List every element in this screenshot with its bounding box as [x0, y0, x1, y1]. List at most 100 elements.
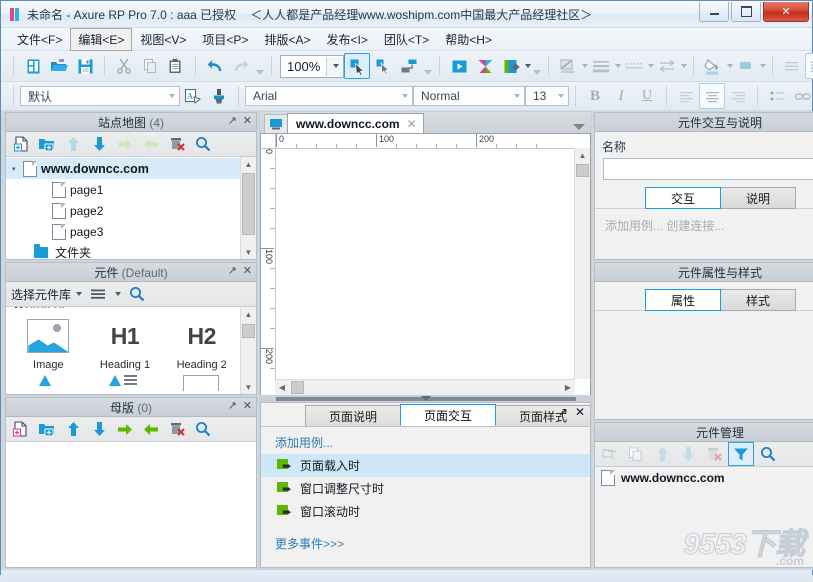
zoom-combobox[interactable]: 100% — [280, 55, 344, 78]
italic-button[interactable]: I — [608, 83, 634, 109]
format-brush-icon[interactable] — [206, 83, 232, 109]
tree-node-page2[interactable]: page2 — [6, 200, 240, 221]
publish-icon[interactable] — [498, 53, 524, 79]
text-widget-icon[interactable] — [109, 375, 121, 386]
minimize-button[interactable] — [699, 2, 729, 22]
widget-name-input[interactable] — [603, 158, 813, 180]
widget-item-heading2[interactable]: H2 Heading 2 — [163, 315, 240, 371]
search-icon[interactable] — [756, 443, 780, 465]
menu-item-view[interactable]: 视图<V> — [132, 28, 194, 51]
scroll-thumb[interactable] — [576, 164, 589, 177]
popout-icon[interactable]: ↗ — [228, 264, 237, 278]
delete-page-icon[interactable] — [165, 133, 189, 155]
close-icon[interactable]: ✕ — [243, 399, 252, 413]
underline-button[interactable]: U — [634, 83, 660, 109]
tab-list-chevron-icon[interactable] — [573, 124, 585, 130]
box-widget-icon[interactable] — [183, 375, 219, 391]
chevron-down-icon[interactable] — [76, 292, 82, 296]
tab-notes[interactable]: 说明 — [720, 187, 796, 209]
select-tool-icon[interactable] — [344, 53, 370, 79]
move-down-icon[interactable] — [87, 133, 111, 155]
widget-library-select[interactable]: 选择元件库 — [9, 286, 71, 303]
canvas-horizontal-scrollbar[interactable]: ◀ ▶ — [275, 379, 575, 395]
event-row-window-resize[interactable]: ➨ 窗口调整尺寸时 — [261, 477, 590, 500]
menu-item-layout[interactable]: 排版<A> — [256, 28, 318, 51]
toolbar-overflow-2[interactable] — [422, 55, 433, 77]
open-folder-icon[interactable] — [46, 53, 72, 79]
scroll-thumb[interactable] — [242, 324, 255, 338]
list-menu-icon[interactable] — [86, 283, 110, 305]
popout-icon[interactable]: ↗ — [228, 114, 237, 128]
expand-triangle-icon[interactable]: ▾ — [12, 165, 23, 173]
more-events-link[interactable]: 更多事件>>> — [275, 537, 344, 551]
tree-node-page3[interactable]: page3 — [6, 221, 240, 242]
toolbar-overflow-1[interactable] — [254, 55, 265, 77]
scroll-down-icon[interactable]: ▼ — [241, 245, 256, 259]
shape-widget-icon[interactable] — [39, 375, 51, 386]
arrow-style-dropdown-icon[interactable] — [681, 64, 687, 68]
widget-interactions-actions[interactable]: 添加用例... 创建连接... — [595, 209, 813, 234]
menu-item-file[interactable]: 文件<F> — [9, 28, 70, 51]
toolbar-overflow-3[interactable] — [531, 55, 542, 77]
search-icon[interactable] — [191, 418, 215, 440]
close-button[interactable]: ✕ — [763, 2, 809, 22]
popout-icon[interactable]: ↗ — [558, 405, 568, 419]
save-icon[interactable] — [72, 53, 98, 79]
paste-icon[interactable] — [163, 53, 189, 79]
widget-item-image[interactable]: Image — [10, 315, 87, 371]
outdent-left-icon[interactable] — [139, 418, 163, 440]
link-icon[interactable] — [790, 83, 813, 109]
tree-node-root[interactable]: ▾ www.downcc.com — [6, 158, 240, 179]
add-master-icon[interactable] — [9, 418, 33, 440]
sitemap-scrollbar[interactable]: ▲ ▼ — [240, 157, 256, 259]
menu-item-project[interactable]: 项目<P> — [194, 28, 256, 51]
paragraph-widget-icon[interactable] — [124, 375, 137, 387]
font-weight-select[interactable]: Normal — [413, 86, 525, 106]
add-case-link[interactable]: 添加用例... — [275, 436, 333, 450]
canvas-vertical-scrollbar[interactable]: ▲ — [574, 148, 590, 379]
menu-item-publish[interactable]: 发布<I> — [318, 28, 375, 51]
scroll-right-icon[interactable]: ▶ — [561, 380, 575, 395]
align-text-center-icon[interactable] — [699, 83, 725, 109]
menu-item-team[interactable]: 团队<T> — [376, 28, 437, 51]
tab-page-notes[interactable]: 页面说明 — [305, 405, 401, 426]
search-icon[interactable] — [191, 133, 215, 155]
canvas-splitter[interactable] — [260, 395, 591, 402]
align-text-right-icon[interactable] — [725, 83, 751, 109]
tree-node-folder[interactable]: 文件夹 — [6, 242, 240, 259]
maximize-button[interactable] — [731, 2, 761, 22]
event-row-window-scroll[interactable]: ➨ 窗口滚动时 — [261, 500, 590, 523]
zoom-dropdown-icon[interactable] — [326, 57, 343, 76]
scroll-up-icon[interactable]: ▲ — [241, 307, 256, 321]
font-size-select[interactable]: 13 — [525, 86, 569, 106]
scroll-left-icon[interactable]: ◀ — [275, 380, 289, 395]
tab-interactions[interactable]: 交互 — [645, 187, 721, 209]
move-down-icon[interactable] — [87, 418, 111, 440]
collapse-chevron-icon[interactable] — [421, 396, 431, 401]
add-folder-icon[interactable] — [35, 418, 59, 440]
event-row-page-load[interactable]: ➨ 页面载入时 — [261, 454, 590, 477]
close-icon[interactable]: ✕ — [575, 405, 585, 419]
scroll-up-icon[interactable]: ▲ — [575, 148, 590, 162]
search-icon[interactable] — [125, 283, 149, 305]
scroll-up-icon[interactable]: ▲ — [241, 157, 256, 171]
tree-node-page1[interactable]: page1 — [6, 179, 240, 200]
add-folder-icon[interactable] — [35, 133, 59, 155]
scroll-thumb[interactable] — [242, 173, 255, 235]
undo-icon[interactable] — [202, 53, 228, 79]
flow-shape-icon[interactable] — [396, 53, 422, 79]
close-icon[interactable]: ✕ — [243, 264, 252, 278]
canvas-tab-downcc[interactable]: www.downcc.com ✕ — [287, 113, 424, 133]
scroll-thumb[interactable] — [291, 381, 304, 394]
move-up-icon[interactable] — [61, 418, 85, 440]
font-family-select[interactable]: Arial — [245, 86, 413, 106]
close-icon[interactable]: ✕ — [243, 114, 252, 128]
close-icon[interactable]: ✕ — [407, 117, 417, 131]
widget-item-heading1[interactable]: H1 Heading 1 — [87, 315, 164, 371]
widget-style-select[interactable]: 默认 — [20, 86, 180, 106]
chevron-down-icon[interactable] — [115, 292, 121, 296]
tab-properties[interactable]: 属性 — [645, 289, 721, 311]
new-file-icon[interactable] — [20, 53, 46, 79]
filter-icon[interactable] — [728, 442, 754, 466]
menu-item-help[interactable]: 帮助<H> — [437, 28, 500, 51]
